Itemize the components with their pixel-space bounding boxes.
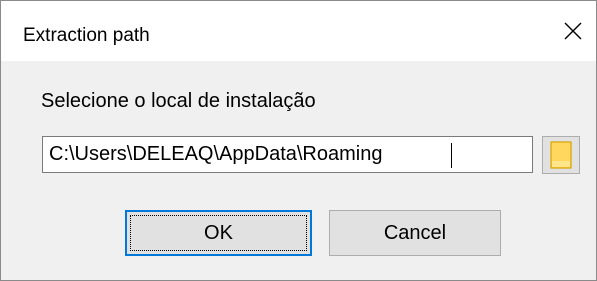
- browse-folder-button[interactable]: [542, 136, 580, 174]
- folder-icon: [550, 141, 572, 169]
- window-title: Extraction path: [23, 25, 150, 46]
- title-bar: Extraction path: [1, 1, 596, 61]
- extraction-path-dialog: Extraction path Selecione o local de ins…: [0, 0, 597, 281]
- close-button[interactable]: [549, 1, 596, 61]
- text-caret: [451, 143, 452, 168]
- close-icon: [564, 22, 581, 40]
- ok-button-label: OK: [204, 221, 233, 244]
- cancel-button[interactable]: Cancel: [329, 210, 501, 256]
- install-location-label: Selecione o local de instalação: [41, 90, 316, 112]
- ok-button[interactable]: OK: [125, 210, 312, 256]
- dialog-body: Selecione o local de instalação OK Cance…: [1, 61, 596, 280]
- cancel-button-label: Cancel: [383, 221, 447, 244]
- path-input[interactable]: [42, 136, 533, 173]
